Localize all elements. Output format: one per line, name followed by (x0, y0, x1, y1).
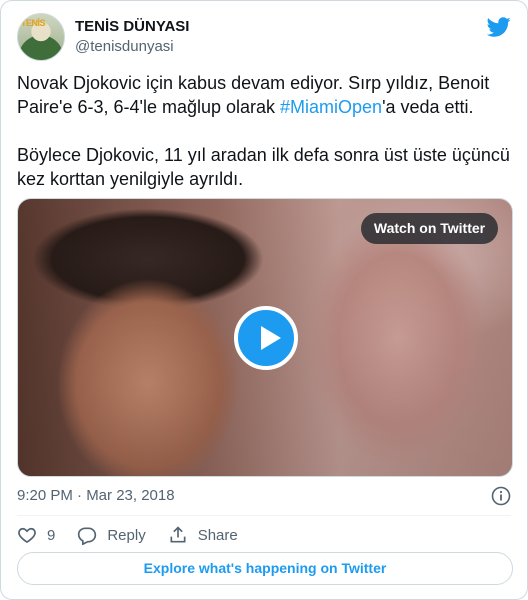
reply-label: Reply (107, 526, 146, 544)
author-name[interactable]: TENİS DÜNYASI (75, 18, 189, 35)
tweet-actions: 9 Reply Share (17, 523, 260, 547)
tweet-body: Novak Djokovic için kabus devam ediyor. … (17, 71, 513, 215)
hashtag-link[interactable]: #MiamiOpen (280, 97, 382, 117)
twitter-bird-icon[interactable] (487, 15, 511, 39)
author-handle[interactable]: @tenisdunyasi (75, 38, 174, 55)
heart-icon (18, 527, 36, 544)
avatar[interactable]: TENİS (17, 13, 65, 61)
tweet-paragraph-1: Novak Djokovic için kabus devam ediyor. … (17, 71, 513, 119)
share-icon (170, 526, 186, 543)
play-icon (261, 326, 281, 350)
reply-icon (78, 527, 97, 545)
info-icon[interactable] (491, 486, 511, 506)
tweet-timestamp[interactable]: 9:20 PM · Mar 23, 2018 (17, 487, 175, 504)
explore-twitter-button[interactable]: Explore what's happening on Twitter (17, 552, 513, 585)
share-label: Share (197, 526, 238, 544)
like-button[interactable]: 9 (17, 525, 55, 545)
tweet-header: TENİS TENİS DÜNYASI @tenisdunyasi (17, 13, 511, 61)
tweet-paragraph-2: Böylece Djokovic, 11 yıl aradan ilk defa… (17, 145, 510, 189)
video-thumbnail[interactable]: Watch on Twitter (17, 198, 513, 477)
share-button[interactable]: Share (168, 525, 238, 545)
like-count: 9 (47, 526, 56, 544)
play-button[interactable] (234, 306, 298, 370)
tweet-card: TENİS TENİS DÜNYASI @tenisdunyasi Novak … (0, 0, 528, 600)
tweet-text-part: 'a veda etti. (382, 97, 474, 117)
reply-button[interactable]: Reply (77, 525, 146, 545)
divider (17, 515, 511, 516)
watch-on-twitter-button[interactable]: Watch on Twitter (361, 213, 498, 244)
avatar-logo-text: TENİS (21, 18, 46, 28)
